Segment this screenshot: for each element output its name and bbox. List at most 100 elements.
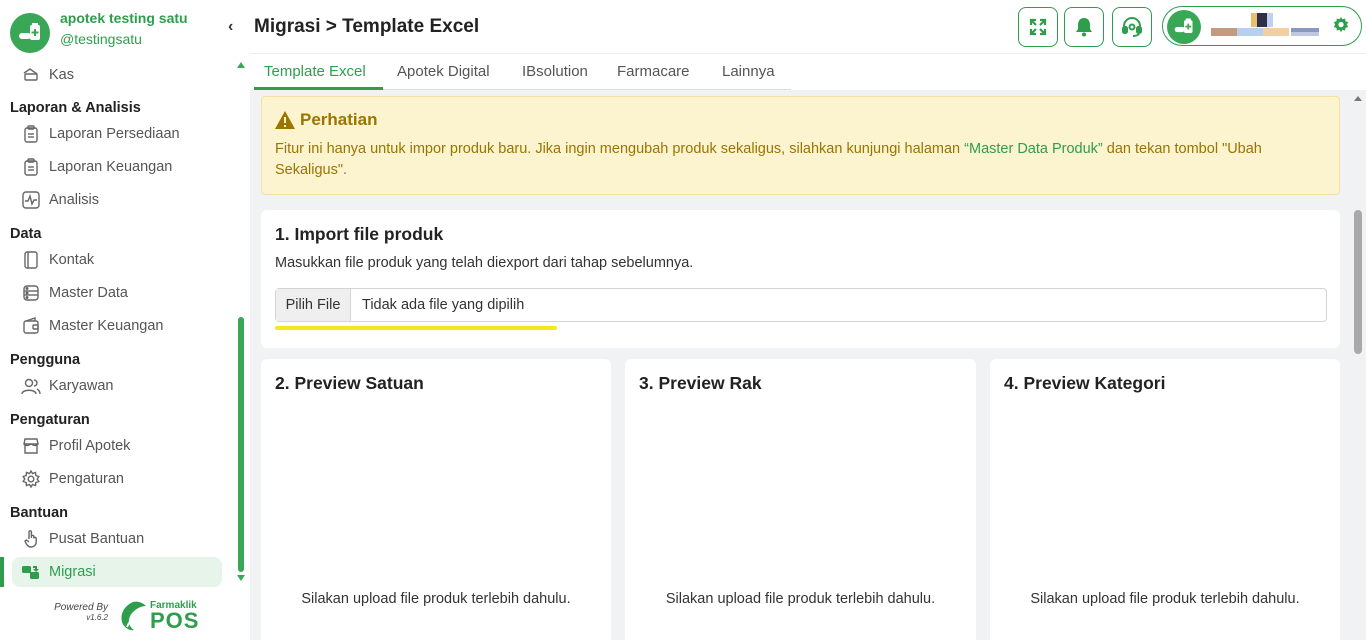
sidebar-item-pengaturan[interactable]: Pengaturan [12,464,222,494]
sidebar-item-analisis[interactable]: Analisis [12,185,222,215]
sidebar-item-profil-apotek[interactable]: Profil Apotek [12,431,222,461]
preview-rak-title: 3. Preview Rak [639,373,762,393]
active-tab-indicator [254,87,383,90]
tab-lainnya[interactable]: Lainnya [722,63,775,80]
preview-satuan-title: 2. Preview Satuan [275,373,424,393]
sidebar-item-master-data[interactable]: Master Data [12,278,222,308]
sidebar-item-pusat-bantuan[interactable]: Pusat Bantuan [12,524,222,554]
alert-message: Fitur ini hanya untuk impor produk baru.… [275,139,1325,181]
highlight-mark [275,326,557,330]
sidebar-item-laporan-keuangan[interactable]: Laporan Keuangan [12,152,222,182]
store-brand[interactable]: apotek testing satu @testingsatu [10,10,240,54]
import-subtitle: Masukkan file produk yang telah diexport… [275,255,694,271]
store-handle: @testingsatu [60,31,142,47]
sidebar-item-label: Migrasi [49,564,96,580]
powered-by: Powered By v1.6.2 [50,603,108,623]
app-version: v1.6.2 [86,613,108,622]
sidebar-item-label: Profil Apotek [49,438,131,454]
collapse-sidebar-button[interactable]: ‹ [228,18,233,36]
sidebar-item-label: Kontak [49,252,95,268]
preview-kategori-title: 4. Preview Kategori [1004,373,1166,393]
sidebar-item-karyawan[interactable]: Karyawan [12,371,222,401]
store-name: apotek testing satu [60,10,188,26]
migration-tabs: Template Excel Apotek Digital IBsolution… [250,54,1366,90]
tab-apotek-digital[interactable]: Apotek Digital [397,63,490,80]
sidebar-item-kontak[interactable]: Kontak [12,245,222,275]
file-input[interactable]: Pilih File Tidak ada file yang dipilih [275,288,1327,322]
clipboard-icon [21,157,41,177]
tab-ibsolution[interactable]: IBsolution [522,63,588,80]
activity-chart-icon [21,190,41,210]
pos-leaf-icon [121,601,146,631]
preview-satuan-card: 2. Preview Satuan Silakan upload file pr… [261,359,611,640]
sidebar-item-label: Kas [49,67,74,83]
import-title: 1. Import file produk [275,224,444,244]
warning-triangle-icon [275,111,295,129]
file-status: Tidak ada file yang dipilih [362,297,525,313]
alert-title-row: Perhatian [274,110,377,130]
hand-pointer-icon [21,529,41,549]
expand-icon [1029,18,1047,36]
farmaklik-pos-logo: Farmaklik POS [118,600,208,633]
preview-rak-empty: Silakan upload file produk terlebih dahu… [665,591,936,607]
main-scrollbar[interactable] [1352,92,1366,640]
pos-brand-big: POS [150,608,200,633]
avatar [1167,10,1201,44]
headset-icon [1122,17,1142,37]
sidebar-item-kas[interactable]: Kas [12,60,222,90]
redacted-profile-name [1211,13,1319,36]
master-data-produk-link[interactable]: “Master Data Produk” [964,141,1103,157]
alert-text-before: Fitur ini hanya untuk impor produk baru.… [275,141,965,157]
main-scroll-thumb[interactable] [1354,210,1362,354]
scroll-up-arrow-icon[interactable] [237,62,245,68]
sidebar-item-master-keuangan[interactable]: Master Keuangan [12,311,222,341]
scroll-down-arrow-icon[interactable] [237,575,245,581]
gear-icon [21,469,41,489]
profile-menu[interactable] [1162,6,1362,46]
fullscreen-button[interactable] [1018,7,1058,47]
scroll-up-arrow-icon[interactable] [1354,96,1362,101]
sidebar-item-label: Master Data [49,285,128,301]
sidebar-scroll-thumb[interactable] [238,317,244,572]
sidebar-item-label: Laporan Persediaan [49,126,180,142]
users-icon [21,376,41,396]
sidebar-heading-laporan: Laporan & Analisis [10,100,141,116]
preview-kategori-empty: Silakan upload file produk terlebih dahu… [1030,591,1300,607]
sidebar-scrollbar[interactable] [237,62,245,587]
gear-icon[interactable] [1333,17,1349,33]
sidebar-heading-data: Data [10,226,42,242]
sidebar: apotek testing satu @testingsatu ‹ Kas L… [0,0,250,640]
sidebar-heading-pengguna: Pengguna [10,352,81,368]
import-card: 1. Import file produk Masukkan file prod… [261,210,1340,348]
preview-rak-card: 3. Preview Rak Silakan upload file produ… [625,359,976,640]
wallet-icon [21,316,41,336]
preview-satuan-empty: Silakan upload file produk terlebih dahu… [301,591,571,607]
store-logo [10,13,50,53]
sidebar-menu: Kas Laporan & Analisis Laporan Persediaa… [0,60,234,590]
alert-title: Perhatian [300,110,378,129]
sidebar-item-label: Karyawan [49,378,114,394]
choose-file-button[interactable]: Pilih File [276,289,351,321]
tab-template-excel[interactable]: Template Excel [264,63,366,80]
powered-by-label: Powered By [54,602,108,613]
migration-icon [21,562,41,582]
sidebar-item-label: Master Keuangan [49,318,164,334]
top-header: Migrasi > Template Excel [250,0,1366,54]
warning-alert: Perhatian Fitur ini hanya untuk impor pr… [261,96,1340,195]
sidebar-item-label: Pusat Bantuan [49,531,145,547]
sidebar-item-label: Laporan Keuangan [49,159,173,175]
sidebar-item-laporan-persediaan[interactable]: Laporan Persediaan [12,119,222,149]
sidebar-item-migrasi[interactable]: Migrasi [0,557,222,587]
database-icon [21,283,41,303]
support-button[interactable] [1112,7,1152,47]
notifications-button[interactable] [1064,7,1104,47]
sidebar-item-label: Pengaturan [49,471,124,487]
tab-farmacare[interactable]: Farmacare [617,63,690,80]
bell-icon [1076,18,1092,37]
contact-book-icon [21,250,41,270]
page-title: Migrasi > Template Excel [254,16,480,37]
sidebar-item-label: Analisis [49,192,99,208]
clipboard-icon [21,124,41,144]
preview-kategori-card: 4. Preview Kategori Silakan upload file … [990,359,1340,640]
sidebar-heading-bantuan: Bantuan [10,505,68,521]
